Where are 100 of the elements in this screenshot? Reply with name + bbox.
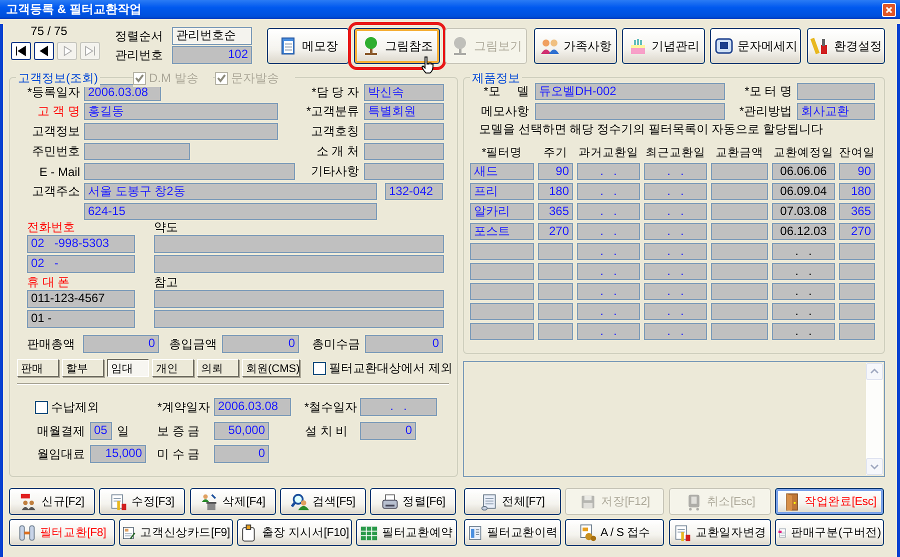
action-button[interactable]: 교환일자변경 [669,519,771,546]
input-field[interactable]: 0 [222,335,299,353]
action-button[interactable]: 검색[F5] [280,488,366,515]
checkbox[interactable] [313,362,326,374]
table-cell[interactable]: . . [644,243,707,260]
scroll-down-button[interactable] [866,458,883,475]
table-cell[interactable] [470,263,534,280]
input-field[interactable] [364,163,444,180]
table-cell[interactable]: . . [772,283,835,300]
table-cell[interactable] [711,223,768,240]
table-cell[interactable]: 270 [538,223,573,240]
table-cell[interactable]: 90 [839,163,875,180]
input-field[interactable]: 2006.03.08 [84,84,161,101]
memo-area[interactable] [463,361,885,477]
input-field[interactable]: 102 [172,46,252,64]
table-cell[interactable]: . . [644,323,707,340]
table-cell[interactable] [711,163,768,180]
action-button[interactable]: 필터교환[F8] [9,519,115,546]
table-cell[interactable]: 365 [839,203,875,220]
table-cell[interactable]: 06.06.06 [772,163,835,180]
input-field[interactable]: 2006.03.08 [214,398,291,416]
input-field[interactable]: 011-123-4567 [27,290,135,308]
close-icon[interactable] [882,2,896,16]
action-button[interactable]: 필터교환이력 [464,519,561,546]
table-cell[interactable]: . . [772,323,835,340]
input-field[interactable]: 50,000 [214,422,269,440]
table-cell[interactable]: . . [577,283,640,300]
table-cell[interactable]: . . [644,223,707,240]
table-cell[interactable] [711,303,768,320]
input-field[interactable]: 02 - [27,255,135,273]
table-cell[interactable]: 프리 [470,183,534,200]
action-button[interactable]: A / S 접수 [565,519,664,546]
action-button[interactable]: 판매구분(구버전) [775,519,884,546]
toolbar-button[interactable]: 가족사항 [534,28,617,64]
input-field[interactable] [84,123,278,140]
input-field[interactable] [797,83,875,100]
table-cell[interactable]: . . [644,303,707,320]
table-cell[interactable] [839,303,875,320]
table-cell[interactable] [470,303,534,320]
action-button[interactable]: 수정[F3] [99,488,185,515]
input-field[interactable] [364,143,444,160]
input-field[interactable] [535,103,725,120]
table-cell[interactable] [470,283,534,300]
input-field[interactable] [84,143,190,160]
table-cell[interactable]: . . [577,183,640,200]
input-field[interactable] [154,255,444,273]
table-cell[interactable]: 새드 [470,163,534,180]
table-cell[interactable]: 180 [538,183,573,200]
action-button[interactable]: 정렬[F6] [370,488,456,515]
table-cell[interactable]: . . [644,283,707,300]
input-field[interactable]: 01 - [27,310,135,328]
action-button[interactable]: 신규[F2] [9,488,95,515]
toolbar-button[interactable]: 환경설정 [807,28,885,64]
toolbar-button[interactable]: 메모장 [267,28,349,64]
table-cell[interactable]: 90 [538,163,573,180]
table-cell[interactable] [538,283,573,300]
table-cell[interactable]: . . [577,203,640,220]
input-field[interactable] [154,235,444,253]
toolbar-button[interactable]: 문자메세지 [710,28,801,64]
input-field[interactable]: 듀오벨DH-002 [535,83,725,100]
action-button[interactable]: 전체[F7] [464,488,561,515]
input-field[interactable]: 서울 도봉구 창2동 [84,183,377,200]
input-field[interactable]: 관리번호순 [172,27,252,45]
table-cell[interactable] [711,203,768,220]
input-field[interactable]: 특별회원 [364,103,444,120]
table-cell[interactable] [538,243,573,260]
table-cell[interactable] [538,263,573,280]
input-field[interactable]: 0 [214,445,269,463]
input-field[interactable]: 02 -998-5303 [27,235,135,253]
table-cell[interactable] [538,303,573,320]
scrollbar[interactable] [866,363,883,475]
table-cell[interactable] [711,283,768,300]
table-cell[interactable]: . . [644,183,707,200]
table-cell[interactable]: . . [577,163,640,180]
table-cell[interactable] [839,243,875,260]
input-field[interactable]: 홍길동 [84,103,278,120]
input-field[interactable]: 0 [83,335,159,353]
action-button[interactable]: 작업완료[Esc] [775,488,884,515]
tab[interactable]: 할부 [62,359,104,377]
input-field[interactable]: 0 [360,422,416,440]
input-field[interactable]: 15,000 [90,445,146,463]
table-cell[interactable]: . . [577,243,640,260]
table-cell[interactable]: 06.12.03 [772,223,835,240]
table-cell[interactable]: . . [772,303,835,320]
tab[interactable]: 회원(CMS) [242,359,300,377]
scroll-up-button[interactable] [866,363,883,380]
action-button[interactable]: 삭제[F4] [190,488,276,515]
tab[interactable]: 판매 [17,359,59,377]
table-cell[interactable] [711,323,768,340]
input-field[interactable] [364,123,444,140]
action-button[interactable]: 출장 지시서[F10] [237,519,352,546]
action-button[interactable]: 고객신상카드[F9] [119,519,233,546]
table-cell[interactable]: . . [577,323,640,340]
input-field[interactable]: 05 [90,422,112,440]
table-cell[interactable]: 270 [839,223,875,240]
table-cell[interactable]: . . [644,263,707,280]
table-cell[interactable]: 07.03.08 [772,203,835,220]
table-cell[interactable] [711,243,768,260]
input-field[interactable]: 624-15 [84,203,377,220]
table-cell[interactable]: . . [577,263,640,280]
